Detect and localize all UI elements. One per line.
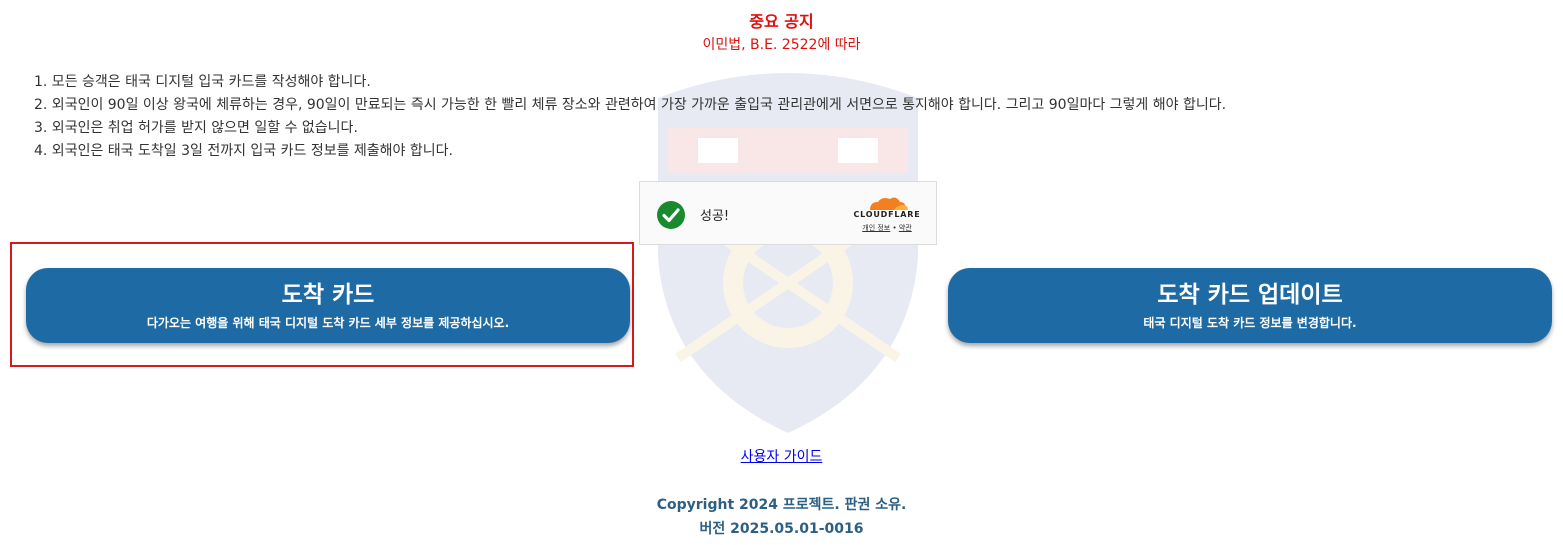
terms-link[interactable]: 약관	[899, 224, 912, 232]
notice-rule: 1. 모든 승객은 태국 디지털 입국 카드를 작성해야 합니다.	[34, 74, 371, 90]
copyright-text: Copyright 2024 프로젝트. 판권 소유.	[656, 497, 907, 513]
notice-title: 중요 공지	[749, 12, 814, 31]
cloudflare-brand: CLOUDFLARE	[853, 210, 921, 219]
cloudflare-captcha-widget[interactable]: 성공! CLOUDFLARE 개인 정보 • 약관	[639, 181, 937, 245]
notice-rules-list: 1. 모든 승객은 태국 디지털 입국 카드를 작성해야 합니다. 2. 외국인…	[34, 71, 1226, 163]
notice-rule: 2. 외국인이 90일 이상 왕국에 체류하는 경우, 90일이 만료되는 즉시…	[34, 97, 1227, 113]
notice-subtitle: 이민법, B.E. 2522에 따라	[702, 37, 861, 53]
success-check-icon	[657, 201, 685, 229]
update-card-title: 도착 카드 업데이트	[1157, 282, 1343, 308]
notice-rule: 4. 외국인은 태국 도착일 3일 전까지 입국 카드 정보를 제출해야 합니다…	[34, 143, 453, 159]
captcha-links: 개인 정보 • 약관	[848, 223, 926, 233]
arrival-card-button[interactable]: 도착 카드 다가오는 여행을 위해 태국 디지털 도착 카드 세부 정보를 제공…	[26, 268, 630, 343]
version-text: 버전 2025.05.01-0016	[699, 521, 864, 537]
privacy-link[interactable]: 개인 정보	[862, 224, 890, 232]
page: 중요 공지 이민법, B.E. 2522에 따라 1. 모든 승객은 태국 디지…	[0, 0, 1563, 545]
update-arrival-card-button[interactable]: 도착 카드 업데이트 태국 디지털 도착 카드 정보를 변경합니다.	[948, 268, 1552, 343]
link-separator: •	[892, 224, 897, 232]
captcha-status-text: 성공!	[700, 209, 730, 224]
arrival-card-title: 도착 카드	[281, 282, 375, 308]
arrival-card-subtitle: 다가오는 여행을 위해 태국 디지털 도착 카드 세부 정보를 제공하십시오.	[146, 316, 510, 330]
notice-rule: 3. 외국인은 취업 허가를 받지 않으면 일할 수 없습니다.	[34, 120, 358, 136]
update-card-subtitle: 태국 디지털 도착 카드 정보를 변경합니다.	[1143, 316, 1357, 330]
user-guide-link[interactable]: 사용자 가이드	[741, 449, 823, 465]
user-guide-container: 사용자 가이드	[0, 446, 1563, 466]
